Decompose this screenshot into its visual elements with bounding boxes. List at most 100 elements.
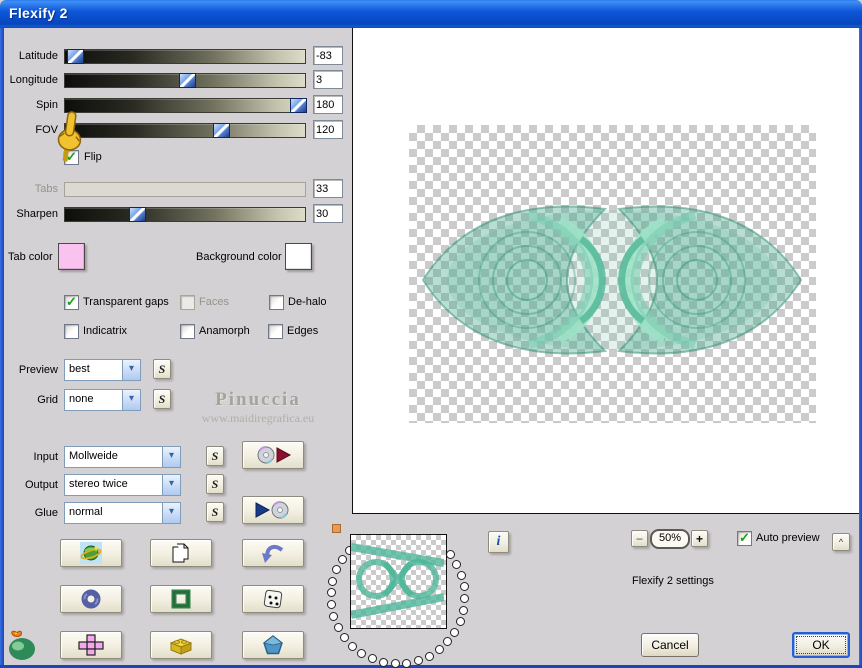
faces-checkbox [180,295,195,310]
edges-checkbox[interactable] [268,324,283,339]
sharpen-slider-thumb[interactable] [129,207,146,222]
dial-dot[interactable] [347,641,357,651]
dial-dot[interactable] [337,555,347,565]
dehalo-checkbox[interactable] [269,295,284,310]
copy-button[interactable] [150,539,212,567]
zoom-in-button[interactable]: + [691,530,708,547]
longitude-slider-thumb[interactable] [179,73,197,88]
grid-surprise-button[interactable]: S [153,389,171,409]
anamorph-checkbox[interactable] [180,324,195,339]
longitude-value[interactable] [313,70,343,89]
background-color-swatch[interactable] [285,243,312,270]
window-title: Flexify 2 [9,5,68,21]
chevron-down-icon[interactable] [162,475,180,495]
latitude-value[interactable] [313,46,343,65]
dial-dot[interactable] [332,565,342,575]
input-select-value: Mollweide [69,450,118,462]
fov-slider-thumb[interactable] [213,123,230,138]
dial-dot[interactable] [434,645,444,655]
chevron-down-icon[interactable] [122,360,140,380]
dial-dot[interactable] [326,588,336,598]
lego-brick-icon [169,638,193,655]
dial-dot[interactable] [329,611,339,621]
dial-dot[interactable] [459,582,469,592]
dial-dot[interactable] [367,654,377,664]
grid-select[interactable]: none [64,389,141,411]
latitude-slider-thumb[interactable] [66,49,84,64]
ring-button[interactable] [60,585,122,613]
chevron-down-icon[interactable] [162,503,180,523]
latitude-label: Latitude [18,50,58,62]
dial-dot[interactable] [443,637,453,647]
fov-label: FOV [35,124,58,136]
glue-surprise-button[interactable]: S [206,502,224,522]
longitude-slider[interactable] [64,73,306,88]
latitude-slider[interactable] [64,49,306,64]
ok-button[interactable]: OK [792,632,850,658]
frame-button[interactable] [150,585,212,613]
dial-dot[interactable] [357,648,367,658]
input-select[interactable]: Mollweide [64,446,181,468]
faces-label: Faces [199,296,229,308]
chevron-down-icon[interactable] [162,447,180,467]
dial-dot[interactable] [424,651,434,661]
polyhedron-button[interactable] [242,631,304,659]
dehalo-label: De-halo [288,296,327,308]
tabs-value[interactable] [313,179,343,198]
title-bar[interactable]: Flexify 2 [0,0,862,28]
output-select[interactable]: stereo twice [64,474,181,496]
auto-preview-checkbox[interactable] [737,530,752,546]
zoom-out-button[interactable]: − [631,530,648,547]
dial-dot[interactable] [378,657,388,667]
output-surprise-button[interactable]: S [206,474,224,494]
sharpen-value[interactable] [313,204,343,223]
cube-net-button[interactable] [60,631,122,659]
dial-dot[interactable] [452,560,462,570]
dial-dot[interactable] [339,632,349,642]
dial-dot[interactable] [390,659,400,668]
glue-select[interactable]: normal [64,502,181,524]
grid-select-value: none [69,393,94,405]
dial-dot[interactable] [413,656,423,666]
background-color-label: Background color [196,251,282,263]
globe-button[interactable] [60,539,122,567]
indicatrix-checkbox[interactable] [64,324,79,339]
fov-value[interactable] [313,120,343,139]
play-disk-icon [255,501,289,519]
dial-dot[interactable] [455,617,465,627]
save-settings-button[interactable] [242,496,304,524]
input-surprise-button[interactable]: S [206,446,224,466]
spin-slider[interactable] [64,98,307,113]
chevron-down-icon[interactable] [122,390,140,410]
transparent-gaps-checkbox[interactable] [64,294,79,310]
hand-cursor [57,111,82,163]
fov-slider[interactable] [64,123,306,138]
tab-color-swatch[interactable] [58,243,85,270]
collapse-button[interactable]: ^ [832,533,850,551]
longitude-label: Longitude [9,74,58,86]
dice-button[interactable] [242,585,304,613]
dial-dot[interactable] [456,570,466,580]
sharpen-label: Sharpen [16,208,58,220]
auto-preview-label: Auto preview [756,532,820,544]
sharpen-slider[interactable] [64,207,306,222]
dial-dot[interactable] [333,622,343,632]
brick-button[interactable] [150,631,212,659]
undo-button[interactable] [242,539,304,567]
dial-dot[interactable] [450,627,460,637]
cancel-button[interactable]: Cancel [641,633,699,657]
preview-select[interactable]: best [64,359,141,381]
spin-slider-thumb[interactable] [289,98,307,113]
info-button[interactable]: i [488,531,509,553]
spin-value[interactable] [313,95,343,114]
disk-play-icon [257,446,292,464]
dial-dot[interactable] [328,576,338,586]
load-settings-button[interactable] [242,441,304,469]
flip-label: Flip [84,151,102,163]
torus-icon [81,589,101,609]
preview-surprise-button[interactable]: S [153,359,171,379]
preset-thumbnail[interactable] [350,534,447,629]
dial-dot[interactable] [459,605,469,615]
dial-dot[interactable] [326,600,336,610]
dial-dot[interactable] [460,594,470,604]
